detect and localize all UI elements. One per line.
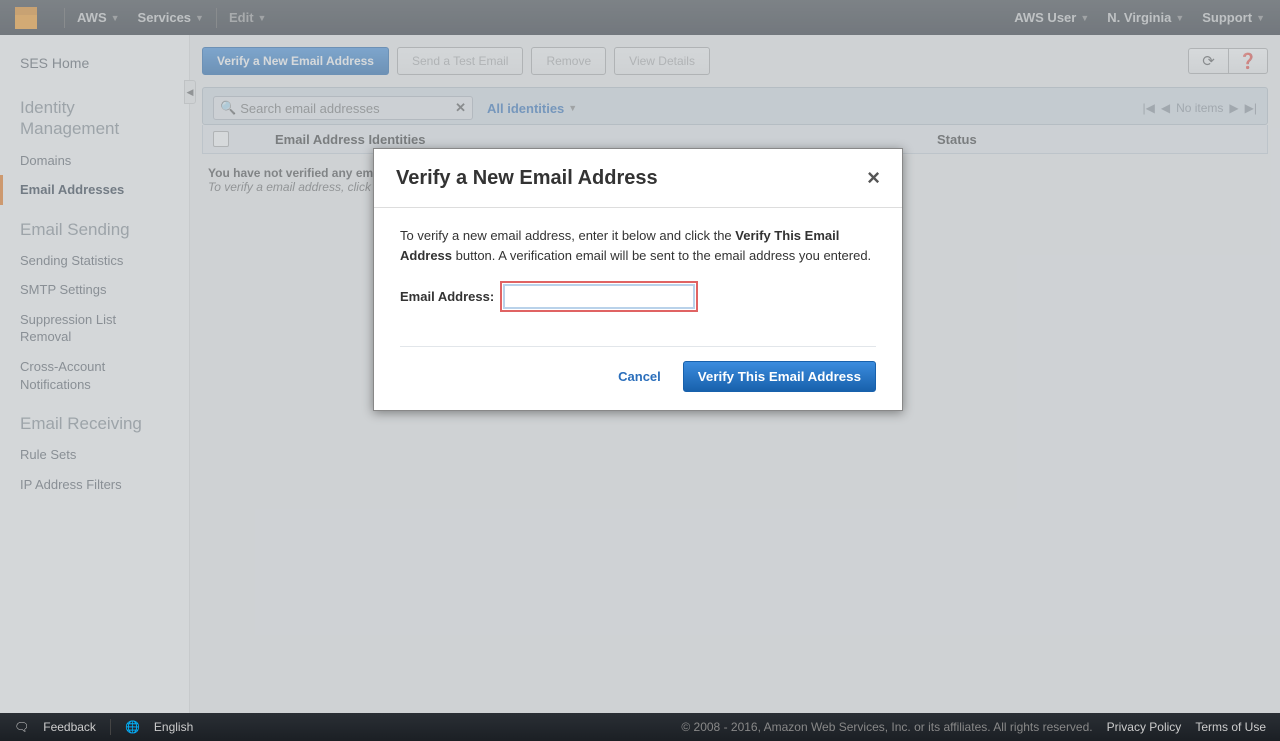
privacy-link[interactable]: Privacy Policy — [1107, 720, 1182, 734]
verify-this-email-button[interactable]: Verify This Email Address — [683, 361, 876, 392]
modal-body-text: To verify a new email address, enter it … — [400, 226, 876, 265]
cancel-button[interactable]: Cancel — [618, 369, 661, 384]
email-address-label: Email Address: — [400, 287, 494, 307]
email-address-input[interactable] — [504, 285, 694, 308]
footer: 🗨 Feedback 🌐 English © 2008 - 2016, Amaz… — [0, 713, 1280, 741]
terms-link[interactable]: Terms of Use — [1195, 720, 1266, 734]
verify-email-modal: Verify a New Email Address × To verify a… — [373, 148, 903, 411]
language-link[interactable]: English — [154, 720, 193, 734]
modal-title: Verify a New Email Address — [396, 167, 867, 190]
globe-icon: 🌐 — [125, 720, 140, 734]
close-icon[interactable]: × — [867, 165, 880, 191]
feedback-icon: 🗨 — [14, 720, 29, 734]
feedback-link[interactable]: Feedback — [43, 720, 96, 734]
copyright-text: © 2008 - 2016, Amazon Web Services, Inc.… — [681, 720, 1092, 734]
